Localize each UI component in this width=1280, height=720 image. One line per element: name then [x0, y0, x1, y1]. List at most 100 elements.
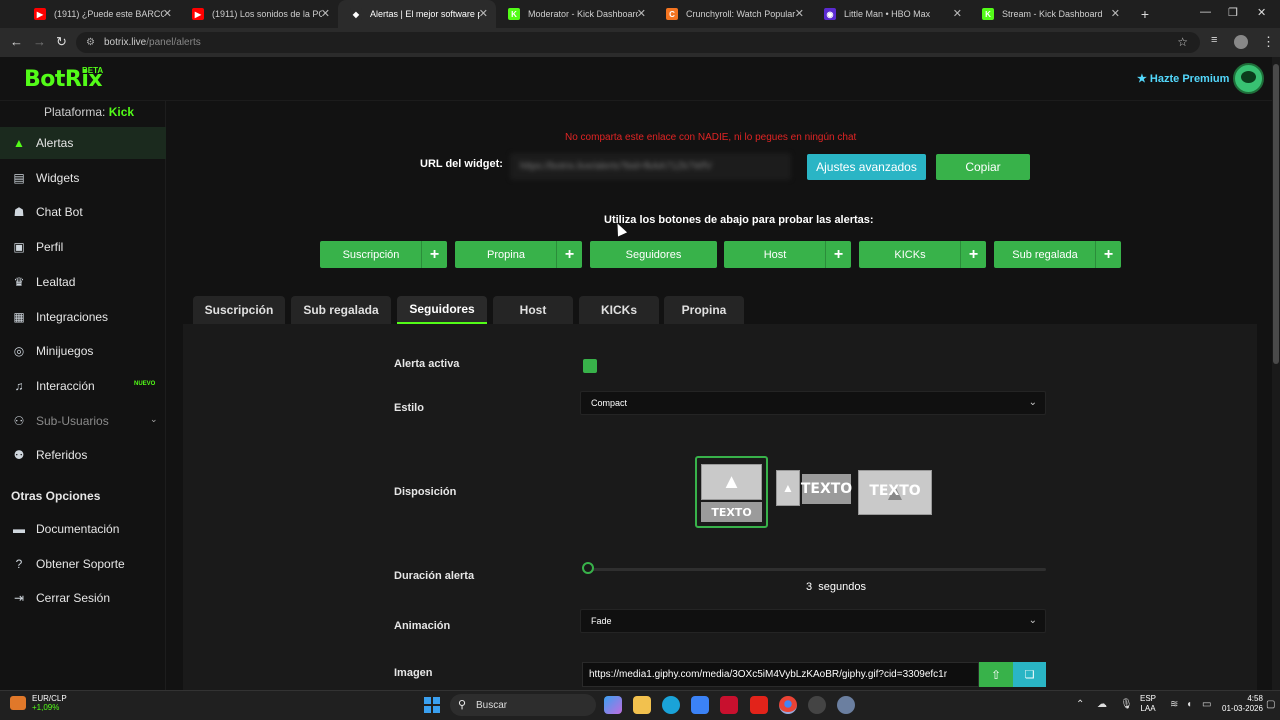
copilot-icon[interactable]	[604, 696, 622, 714]
sidebar-item-obtener-soporte[interactable]: ? Obtener Soporte	[0, 548, 166, 580]
sidebar-item-minijuegos[interactable]: ◎ Minijuegos	[0, 335, 166, 367]
advanced-settings-button[interactable]: Ajustes avanzados	[807, 154, 926, 180]
minimize-icon[interactable]: —	[1200, 6, 1211, 18]
settings-icon[interactable]	[837, 696, 855, 714]
plus-icon[interactable]: +	[421, 241, 447, 268]
windows-start-icon[interactable]	[424, 697, 440, 713]
close-icon[interactable]: ✕	[321, 7, 330, 20]
layout-option-stacked[interactable]: ▲ TEXTO	[695, 456, 768, 528]
maximize-icon[interactable]: ❐	[1228, 6, 1238, 19]
browser-tab[interactable]: ◉ Little Man • HBO Max ✕	[812, 0, 970, 28]
test-alert-button[interactable]: KICKs +	[859, 241, 986, 268]
close-icon[interactable]: ✕	[637, 7, 646, 20]
sidebar-item-widgets[interactable]: ▤ Widgets	[0, 162, 166, 194]
chrome-icon[interactable]	[779, 696, 797, 714]
close-icon[interactable]: ✕	[795, 7, 804, 20]
sidebar-item-chat-bot[interactable]: ☗ Chat Bot	[0, 196, 166, 228]
mcafee-icon[interactable]	[720, 696, 738, 714]
layout-option-side[interactable]: ▲ TEXTO	[776, 470, 852, 506]
back-icon[interactable]: ←	[10, 34, 23, 49]
avatar[interactable]	[1233, 63, 1264, 94]
sidebar-item-interacci-n[interactable]: ♫ Interacción NUEVO	[0, 370, 166, 402]
volume-icon[interactable]: ◖	[1186, 699, 1192, 710]
widget-url-field[interactable]: https://botrix.live/alerts?bid=fkAA71Zk7…	[510, 153, 791, 180]
bookmark-star-icon[interactable]: ☆	[1177, 35, 1188, 49]
config-tab[interactable]: Host	[493, 296, 573, 324]
edge-icon[interactable]	[662, 696, 680, 714]
menu-icon[interactable]: ⋮	[1262, 34, 1275, 50]
sidebar-item-label: Cerrar Sesión	[36, 591, 111, 606]
sidebar-item-perfil[interactable]: ▣ Perfil	[0, 231, 166, 263]
test-alert-button[interactable]: Propina +	[455, 241, 582, 268]
config-tab[interactable]: Propina	[664, 296, 744, 324]
browser-tab[interactable]: C Crunchyroll: Watch Popular Ani✕	[654, 0, 812, 28]
close-icon[interactable]: ✕	[1111, 7, 1120, 20]
config-tab[interactable]: Seguidores	[397, 296, 487, 324]
store-icon[interactable]	[691, 696, 709, 714]
page-scrollbar-thumb[interactable]	[1273, 64, 1279, 364]
style-select[interactable]: Compact ⌄	[580, 391, 1046, 415]
sidebar-item-referidos[interactable]: ⚉ Referidos	[0, 439, 166, 471]
wifi-icon[interactable]: ≋	[1170, 699, 1178, 710]
test-alert-button[interactable]: Host +	[724, 241, 851, 268]
tray-chevron-icon[interactable]: ⌃	[1076, 699, 1084, 710]
browser-tab[interactable]: ▶ (1911) ¿Puede este BARCO sob✕	[22, 0, 180, 28]
duration-slider-thumb[interactable]	[582, 562, 594, 574]
sidebar-item-alertas[interactable]: ▲ Alertas	[0, 127, 166, 159]
close-icon[interactable]: ✕	[163, 7, 172, 20]
gallery-icon[interactable]: ❏	[1013, 662, 1046, 687]
browser-tab[interactable]: ◆ Alertas | El mejor software para✕	[338, 0, 496, 28]
style-label: Estilo	[394, 402, 424, 414]
config-tab[interactable]: Suscripción	[193, 296, 285, 324]
app-icon[interactable]	[808, 696, 826, 714]
referrals-icon: ⚉	[13, 448, 25, 463]
active-label: Alerta activa	[394, 358, 460, 370]
test-alert-label: Propina	[487, 248, 525, 261]
close-window-icon[interactable]: ✕	[1257, 6, 1266, 19]
duration-slider-track[interactable]	[588, 568, 1046, 571]
test-alert-button[interactable]: Seguidores	[590, 241, 717, 268]
sidebar-item-lealtad[interactable]: ♛ Lealtad	[0, 266, 166, 298]
clock[interactable]: 4:58 01-03-2026	[1222, 694, 1263, 714]
new-tab-button[interactable]: +	[1132, 6, 1158, 22]
taskbar-search[interactable]: ⚲ Buscar	[450, 694, 596, 716]
plus-icon[interactable]: +	[556, 241, 582, 268]
battery-icon[interactable]: ▭	[1202, 699, 1211, 710]
stock-widget[interactable]: EUR/CLP +1,09%	[10, 694, 67, 712]
browser-tab[interactable]: K Moderator - Kick Dashboard ✕	[496, 0, 654, 28]
image-url-input[interactable]: https://media1.giphy.com/media/3OXc5iM4V…	[582, 662, 979, 687]
config-tab[interactable]: Sub regalada	[291, 296, 391, 324]
close-icon[interactable]: ✕	[953, 7, 962, 20]
plus-icon[interactable]: +	[1095, 241, 1121, 268]
plus-icon[interactable]: +	[960, 241, 986, 268]
microphone-icon[interactable]: 🎙	[1120, 699, 1133, 710]
sidebar-item-cerrar-sesi-n[interactable]: ⇥ Cerrar Sesión	[0, 582, 166, 614]
browser-tab[interactable]: ▶ (1911) Los sonidos de la PC se✕	[180, 0, 338, 28]
close-icon[interactable]: ✕	[479, 7, 488, 20]
url-field[interactable]: ⚙ botrix.live/panel/alerts ☆	[76, 32, 1200, 53]
profile-icon[interactable]	[1234, 35, 1248, 49]
sidebar-item-sub-usuarios[interactable]: ⚇ Sub-Usuarios ⌄	[0, 405, 166, 437]
site-info-icon[interactable]: ⚙	[86, 37, 95, 48]
premium-link[interactable]: ★ Hazte Premium	[1137, 72, 1229, 85]
forward-icon[interactable]: →	[33, 34, 46, 49]
language-indicator[interactable]: ESP LAA	[1140, 694, 1156, 714]
tray-app-icon[interactable]: ☁	[1097, 699, 1107, 710]
config-tab[interactable]: KICKs	[579, 296, 659, 324]
media-icon[interactable]: ≡	[1211, 34, 1217, 46]
reload-icon[interactable]: ↻	[56, 34, 67, 50]
active-checkbox[interactable]	[583, 359, 597, 373]
copy-button[interactable]: Copiar	[936, 154, 1030, 180]
upload-icon[interactable]: ⇧	[979, 662, 1013, 687]
sidebar-item-documentaci-n[interactable]: ▬ Documentación	[0, 513, 166, 545]
file-explorer-icon[interactable]	[633, 696, 651, 714]
animation-select[interactable]: Fade ⌄	[580, 609, 1046, 633]
test-alert-button[interactable]: Sub regalada +	[994, 241, 1121, 268]
layout-option-overlay[interactable]: ▲ TEXTO	[858, 470, 932, 515]
lenovo-icon[interactable]	[750, 696, 768, 714]
notification-icon[interactable]: ▢	[1266, 699, 1275, 710]
sidebar-item-integraciones[interactable]: ▦ Integraciones	[0, 301, 166, 333]
plus-icon[interactable]: +	[825, 241, 851, 268]
test-alert-button[interactable]: Suscripción +	[320, 241, 447, 268]
browser-tab[interactable]: K Stream - Kick Dashboard ✕	[970, 0, 1128, 28]
